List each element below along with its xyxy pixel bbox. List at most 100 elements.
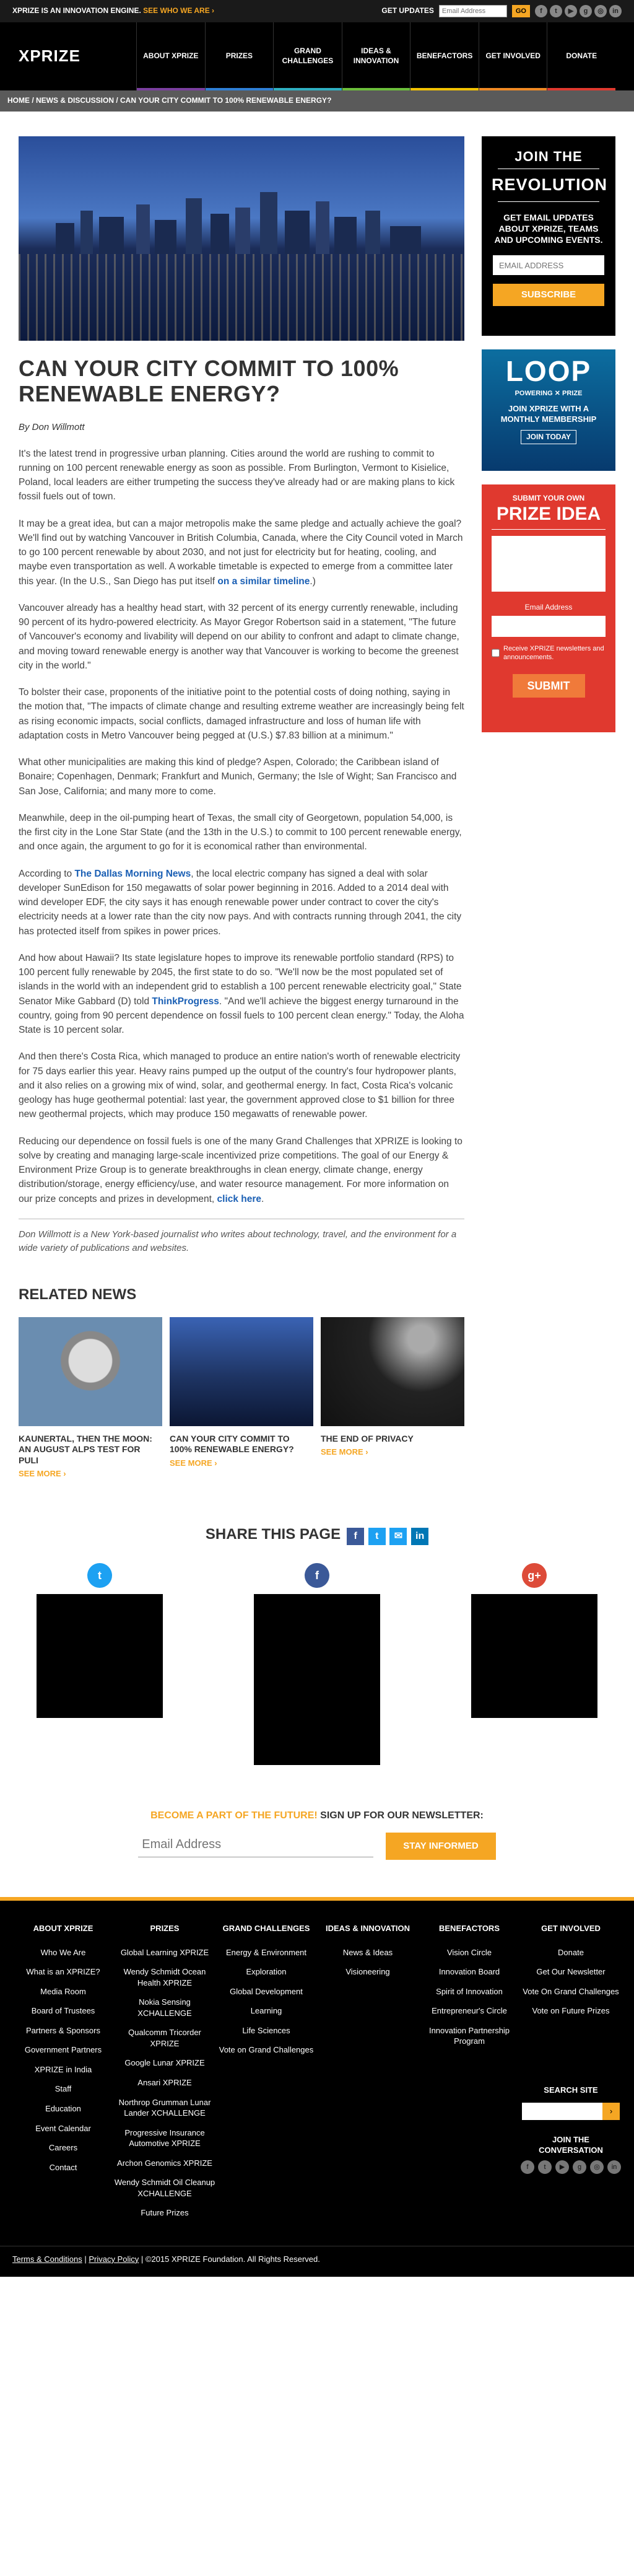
google-plus-icon[interactable]: g bbox=[573, 2160, 586, 2175]
top-go-button[interactable]: GO bbox=[511, 5, 530, 17]
see-more-link[interactable]: SEE MORE › bbox=[321, 1447, 368, 1458]
newsletter-checkbox[interactable] bbox=[492, 644, 500, 662]
see-who-we-are-link[interactable]: SEE WHO WE ARE › bbox=[143, 6, 214, 15]
related-item[interactable]: KAUNERTAL, THEN THE MOON: AN AUGUST ALPS… bbox=[19, 1316, 162, 1481]
footer-link[interactable]: Vote on Grand Challenges bbox=[215, 2044, 317, 2056]
footer-link[interactable]: Staff bbox=[12, 2083, 114, 2095]
feed-embed[interactable] bbox=[37, 1593, 163, 1718]
stay-informed-button[interactable]: STAY INFORMED bbox=[386, 1832, 496, 1860]
footer-link[interactable]: Careers bbox=[12, 2142, 114, 2153]
footer-link[interactable]: Partners & Sponsors bbox=[12, 2025, 114, 2036]
footer-link[interactable]: Global Development bbox=[215, 1986, 317, 1997]
nav-ideas-innovation[interactable]: Ideas & Innovation bbox=[341, 22, 410, 90]
footer-link[interactable]: Who We Are bbox=[12, 1947, 114, 1958]
privacy-link[interactable]: Privacy Policy bbox=[89, 2254, 139, 2264]
top-email-input[interactable] bbox=[438, 5, 507, 17]
nav-about[interactable]: About XPRIZE bbox=[136, 22, 205, 90]
twitter-icon[interactable]: t bbox=[550, 5, 562, 17]
subscribe-button[interactable]: SUBSCRIBE bbox=[493, 284, 604, 307]
footer-link[interactable]: Energy & Environment bbox=[215, 1947, 317, 1958]
nav-benefactors[interactable]: Benefactors bbox=[410, 22, 479, 90]
footer-link[interactable]: Entrepreneur's Circle bbox=[419, 2005, 520, 2017]
twitter-icon[interactable]: t bbox=[368, 1527, 386, 1545]
instagram-icon[interactable]: ◎ bbox=[590, 2160, 604, 2175]
search-input[interactable] bbox=[522, 2102, 602, 2120]
newsletter-email-input[interactable] bbox=[138, 1832, 374, 1857]
prize-email-input[interactable] bbox=[492, 615, 606, 637]
join-today-button[interactable]: JOIN TODAY bbox=[520, 429, 577, 445]
footer-link[interactable]: Exploration bbox=[215, 1966, 317, 1978]
footer-link[interactable]: Vote On Grand Challenges bbox=[520, 1986, 622, 1997]
footer-link[interactable]: Wendy Schmidt Ocean Health XPRIZE bbox=[114, 1966, 215, 1988]
instagram-icon[interactable]: ◎ bbox=[594, 5, 607, 17]
city-image[interactable] bbox=[170, 1316, 313, 1426]
linkedin-icon[interactable]: in bbox=[609, 5, 622, 17]
nav-grand-challenges[interactable]: Grand Challenges bbox=[273, 22, 342, 90]
google-plus-icon[interactable]: g+ bbox=[522, 1562, 547, 1588]
nav-prizes[interactable]: Prizes bbox=[204, 22, 274, 90]
see-more-link[interactable]: SEE MORE › bbox=[19, 1468, 66, 1480]
youtube-icon[interactable]: ▶ bbox=[555, 2160, 569, 2175]
astronaut-image[interactable] bbox=[19, 1316, 162, 1426]
search-button[interactable]: › bbox=[602, 2102, 620, 2120]
click-here-link[interactable]: click here bbox=[217, 1194, 262, 1204]
footer-link[interactable]: Spirit of Innovation bbox=[419, 1986, 520, 1997]
footer-link[interactable]: Wendy Schmidt Oil Cleanup XCHALLENGE bbox=[114, 2177, 215, 2199]
facebook-icon[interactable]: f bbox=[347, 1527, 365, 1545]
share-icon[interactable]: ✉ bbox=[389, 1527, 407, 1545]
related-item[interactable]: CAN YOUR CITY COMMIT TO 100% RENEWABLE E… bbox=[170, 1316, 313, 1481]
footer-link[interactable]: Progressive Insurance Automotive XPRIZE bbox=[114, 2127, 215, 2149]
footer-link[interactable]: XPRIZE in India bbox=[12, 2064, 114, 2075]
related-title[interactable]: CAN YOUR CITY COMMIT TO 100% RENEWABLE E… bbox=[170, 1434, 313, 1455]
feed-embed[interactable] bbox=[471, 1593, 597, 1718]
footer-link[interactable]: Northrop Grumman Lunar Lander XCHALLENGE bbox=[114, 2097, 215, 2119]
feed-embed[interactable] bbox=[254, 1593, 380, 1765]
footer-link[interactable]: Life Sciences bbox=[215, 2025, 317, 2036]
see-more-link[interactable]: SEE MORE › bbox=[170, 1458, 217, 1470]
footer-link[interactable]: Nokia Sensing XCHALLENGE bbox=[114, 1997, 215, 2018]
footer-link[interactable]: Vision Circle bbox=[419, 1947, 520, 1958]
footer-link[interactable]: Media Room bbox=[12, 1986, 114, 1997]
footer-link[interactable]: Google Lunar XPRIZE bbox=[114, 2057, 215, 2069]
twitter-icon[interactable]: t bbox=[87, 1562, 112, 1588]
linkedin-icon[interactable]: in bbox=[607, 2160, 621, 2175]
related-item[interactable]: THE END OF PRIVACY SEE MORE › bbox=[321, 1316, 464, 1481]
footer-link[interactable]: Board of Trustees bbox=[12, 2005, 114, 2017]
google-plus-icon[interactable]: g bbox=[580, 5, 592, 17]
footer-link[interactable]: News & Ideas bbox=[317, 1947, 419, 1958]
terms-link[interactable]: Terms & Conditions bbox=[12, 2254, 82, 2264]
footer-link[interactable]: Archon Genomics XPRIZE bbox=[114, 2158, 215, 2169]
footer-link[interactable]: Vote on Future Prizes bbox=[520, 2005, 622, 2017]
footer-link[interactable]: Government Partners bbox=[12, 2044, 114, 2056]
related-title[interactable]: THE END OF PRIVACY bbox=[321, 1434, 464, 1445]
nav-donate[interactable]: Donate bbox=[547, 22, 615, 90]
footer-link[interactable]: Future Prizes bbox=[114, 2207, 215, 2219]
footer-link[interactable]: Innovation Partnership Program bbox=[419, 2025, 520, 2047]
footer-link[interactable]: Ansari XPRIZE bbox=[114, 2077, 215, 2088]
related-title[interactable]: KAUNERTAL, THEN THE MOON: AN AUGUST ALPS… bbox=[19, 1434, 162, 1466]
dallas-morning-news-link[interactable]: The Dallas Morning News bbox=[74, 869, 191, 879]
footer-link[interactable]: Event Calendar bbox=[12, 2123, 114, 2134]
footer-link[interactable]: Qualcomm Tricorder XPRIZE bbox=[114, 2027, 215, 2049]
xprize-logo[interactable]: XPRIZE bbox=[19, 45, 136, 68]
footer-link[interactable]: Contact bbox=[12, 2162, 114, 2173]
twitter-icon[interactable]: t bbox=[538, 2160, 552, 2175]
prize-idea-textarea[interactable] bbox=[492, 536, 606, 592]
screens-image[interactable] bbox=[321, 1316, 464, 1426]
footer-link[interactable]: Get Our Newsletter bbox=[520, 1966, 622, 1978]
facebook-icon[interactable]: f bbox=[305, 1562, 329, 1588]
footer-link[interactable]: Donate bbox=[520, 1947, 622, 1958]
footer-link[interactable]: Innovation Board bbox=[419, 1966, 520, 1978]
facebook-icon[interactable]: f bbox=[521, 2160, 534, 2175]
footer-link[interactable]: Education bbox=[12, 2103, 114, 2114]
similar-timeline-link[interactable]: on a similar timeline bbox=[217, 576, 310, 587]
footer-link[interactable]: Visioneering bbox=[317, 1966, 419, 1978]
footer-link[interactable]: What is an XPRIZE? bbox=[12, 1966, 114, 1978]
linkedin-icon[interactable]: in bbox=[411, 1527, 429, 1545]
sidebar-email-input[interactable] bbox=[493, 255, 604, 276]
loop-membership-banner[interactable]: LOOP POWERING ✕ PRIZE JOIN XPRIZE WITH A… bbox=[482, 349, 615, 471]
breadcrumb[interactable]: HOME / NEWS & DISCUSSION / CAN YOUR CITY… bbox=[0, 90, 634, 112]
thinkprogress-link[interactable]: ThinkProgress bbox=[152, 996, 219, 1007]
facebook-icon[interactable]: f bbox=[535, 5, 547, 17]
footer-link[interactable]: Global Learning XPRIZE bbox=[114, 1947, 215, 1958]
